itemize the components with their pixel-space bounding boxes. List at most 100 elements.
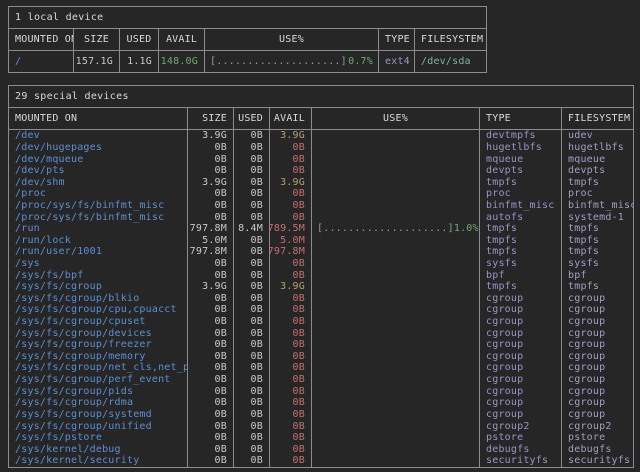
type-cell: pstore xyxy=(479,432,561,444)
size-cell: 0B xyxy=(187,420,233,432)
usage-cell xyxy=(311,455,479,467)
used-cell: 0B xyxy=(233,374,269,386)
mount-cell: /proc/sys/fs/binfmt_misc xyxy=(9,200,187,212)
table-row: /sys/kernel/security0B0B0Bsecurityfssecu… xyxy=(9,455,633,467)
avail-cell: 0B xyxy=(269,293,311,305)
avail-cell: 0B xyxy=(269,374,311,386)
mount-cell: /sys/fs/cgroup/memory xyxy=(9,351,187,363)
type-cell: tmpfs xyxy=(479,234,561,246)
mount-cell: /proc/sys/fs/binfmt_misc xyxy=(9,211,187,223)
mount-cell: /sys/fs/cgroup/rdma xyxy=(9,397,187,409)
size-cell: 0B xyxy=(187,397,233,409)
used-cell: 0B xyxy=(233,327,269,339)
avail-cell: 0B xyxy=(269,455,311,467)
table-row: /sys/fs/bpf0B0B0Bbpfbpf xyxy=(9,269,633,281)
avail-cell: 3.9G xyxy=(269,281,311,293)
table-row: /sys/fs/cgroup/memory0B0B0Bcgroupcgroup xyxy=(9,351,633,363)
usage-cell xyxy=(311,420,479,432)
mount-cell: /sys/fs/cgroup/systemd xyxy=(9,409,187,421)
column-header-fs: FILESYSTEM xyxy=(414,29,486,50)
size-cell: 0B xyxy=(187,455,233,467)
avail-cell: 0B xyxy=(269,443,311,455)
avail-cell: 0B xyxy=(269,385,311,397)
type-cell: hugetlbfs xyxy=(479,142,561,154)
table-row: /proc/sys/fs/binfmt_misc0B0B0Bbinfmt_mis… xyxy=(9,200,633,212)
usage-cell xyxy=(311,443,479,455)
filesystem-cell: hugetlbfs xyxy=(561,142,633,154)
table-row: /dev/shm3.9G0B3.9Gtmpfstmpfs xyxy=(9,176,633,188)
usage-cell xyxy=(311,130,479,142)
size-cell: 0B xyxy=(187,316,233,328)
mount-cell: /dev/hugepages xyxy=(9,142,187,154)
used-cell: 0B xyxy=(233,258,269,270)
mount-cell: /dev/pts xyxy=(9,165,187,177)
size-cell: 0B xyxy=(187,153,233,165)
type-cell: cgroup xyxy=(479,304,561,316)
table-row: /run/user/1001797.8M0B797.8Mtmpfstmpfs xyxy=(9,246,633,258)
table-row: /sys/fs/cgroup/cpuset0B0B0Bcgroupcgroup xyxy=(9,316,633,328)
table-body: /157.1G1.1G148.0G[....................]0… xyxy=(9,51,486,72)
mount-cell: /sys/fs/cgroup/cpuset xyxy=(9,316,187,328)
used-cell: 0B xyxy=(233,234,269,246)
avail-cell: 0B xyxy=(269,339,311,351)
type-cell: bpf xyxy=(479,269,561,281)
filesystem-cell: cgroup2 xyxy=(561,420,633,432)
type-cell: cgroup2 xyxy=(479,420,561,432)
column-header-mount: MOUNTED ON xyxy=(9,108,187,129)
column-header-usage: USE% xyxy=(311,108,479,129)
avail-cell: 0B xyxy=(269,211,311,223)
type-cell: ext4 xyxy=(378,51,414,72)
usage-cell xyxy=(311,211,479,223)
type-cell: mqueue xyxy=(479,153,561,165)
mount-cell: /sys/kernel/debug xyxy=(9,443,187,455)
filesystem-cell: securityfs xyxy=(561,455,633,467)
filesystem-cell: tmpfs xyxy=(561,234,633,246)
mount-cell: /sys/fs/cgroup/net_cls,net_prio xyxy=(9,362,187,374)
table-row: /run797.8M8.4M789.5M[...................… xyxy=(9,223,633,235)
filesystem-cell: bpf xyxy=(561,269,633,281)
size-cell: 0B xyxy=(187,385,233,397)
size-cell: 0B xyxy=(187,200,233,212)
type-cell: cgroup xyxy=(479,351,561,363)
type-cell: tmpfs xyxy=(479,281,561,293)
used-cell: 0B xyxy=(233,269,269,281)
usage-percent: 1.0% xyxy=(454,223,479,234)
size-cell: 0B xyxy=(187,304,233,316)
filesystem-cell: cgroup xyxy=(561,316,633,328)
usage-cell xyxy=(311,258,479,270)
type-cell: cgroup xyxy=(479,362,561,374)
avail-cell: 3.9G xyxy=(269,176,311,188)
local-device-table: 1 local device MOUNTED ONSIZEUSEDAVAILUS… xyxy=(8,6,487,73)
filesystem-cell: tmpfs xyxy=(561,281,633,293)
avail-cell: 0B xyxy=(269,327,311,339)
used-cell: 0B xyxy=(233,443,269,455)
filesystem-cell: devpts xyxy=(561,165,633,177)
used-cell: 0B xyxy=(233,200,269,212)
table-row: /run/lock5.0M0B5.0Mtmpfstmpfs xyxy=(9,234,633,246)
table-row: /dev3.9G0B3.9Gdevtmpfsudev xyxy=(9,130,633,142)
filesystem-cell: /dev/sda xyxy=(414,51,486,72)
filesystem-cell: binfmt_misc xyxy=(561,200,633,212)
table-row: /sys/kernel/debug0B0B0Bdebugfsdebugfs xyxy=(9,443,633,455)
filesystem-cell: cgroup xyxy=(561,293,633,305)
table-row: /sys/fs/cgroup3.9G0B3.9Gtmpfstmpfs xyxy=(9,281,633,293)
usage-cell: [....................]0.7% xyxy=(204,51,378,72)
avail-cell: 0B xyxy=(269,432,311,444)
filesystem-cell: tmpfs xyxy=(561,246,633,258)
avail-cell: 0B xyxy=(269,153,311,165)
size-cell: 0B xyxy=(187,351,233,363)
used-cell: 0B xyxy=(233,293,269,305)
avail-cell: 0B xyxy=(269,188,311,200)
table-row: /sys/fs/cgroup/cpu,cpuacct0B0B0Bcgroupcg… xyxy=(9,304,633,316)
mount-cell: /sys/fs/pstore xyxy=(9,432,187,444)
used-cell: 0B xyxy=(233,281,269,293)
type-cell: cgroup xyxy=(479,385,561,397)
usage-cell xyxy=(311,188,479,200)
mount-cell: /dev xyxy=(9,130,187,142)
used-cell: 0B xyxy=(233,409,269,421)
size-cell: 0B xyxy=(187,374,233,386)
usage-cell xyxy=(311,246,479,258)
usage-cell xyxy=(311,200,479,212)
filesystem-cell: proc xyxy=(561,188,633,200)
table-row: /sys0B0B0Bsysfssysfs xyxy=(9,258,633,270)
